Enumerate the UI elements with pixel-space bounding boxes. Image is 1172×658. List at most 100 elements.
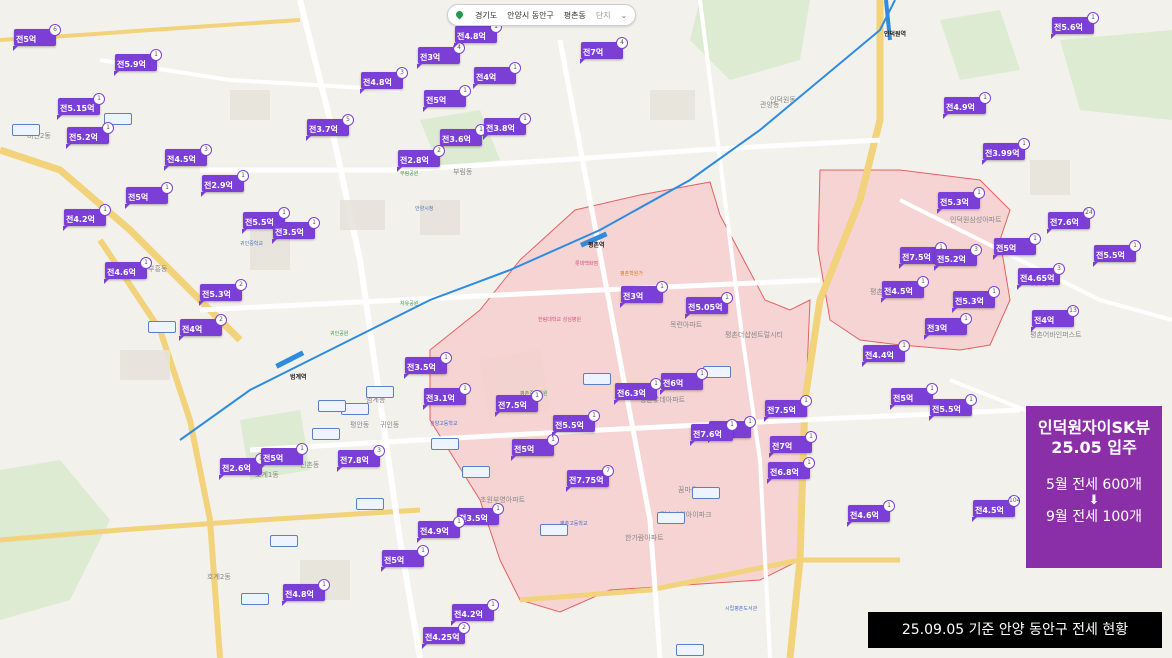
listing-price-card[interactable]: 전4.8억 1	[282, 579, 330, 606]
listing-price-card[interactable]: 전4억 1	[473, 62, 521, 89]
map-place-label: 귀인중학교	[240, 241, 264, 247]
listing-price-card[interactable]: 전7.6억 1	[690, 419, 738, 446]
listing-price-card[interactable]: 전4.2억 1	[63, 204, 111, 231]
map-place-label: 귀인동	[380, 421, 400, 429]
listing-price-card[interactable]: 전4.2억 1	[451, 599, 499, 626]
listing-price-card[interactable]: 전4.6억 1	[104, 257, 152, 284]
listing-price-card[interactable]: 전5.5억 1	[1093, 240, 1141, 267]
listing-price-card[interactable]: 전5.3억 1	[952, 286, 1000, 313]
listing-price-card[interactable]: 전5.15억 1	[57, 93, 105, 120]
listing-price-card[interactable]: 전4.9억 1	[417, 516, 465, 543]
listing-price-card[interactable]: 전3억 4	[417, 42, 465, 69]
listing-price-card[interactable]: 전7.5억 1	[495, 390, 543, 417]
listing-price-card[interactable]: 전5.9억 1	[114, 49, 162, 76]
breadcrumb[interactable]: 경기도 안양시 동안구 평촌동 단지 ⌄	[447, 4, 637, 26]
listing-price-card[interactable]: 전5억 1	[423, 85, 471, 112]
listing-price-card[interactable]: 전3.5억 1	[272, 217, 320, 244]
listing-price-card[interactable]: 전4억 13	[1031, 305, 1079, 332]
listing-price-card[interactable]: 전2.8억 2	[397, 145, 445, 172]
complex-marker[interactable]	[312, 428, 340, 440]
listing-price-card[interactable]: 전5.2억 1	[66, 122, 114, 149]
listing-price-card[interactable]: 전4.5억 104	[972, 495, 1020, 522]
listing-price-card[interactable]: 전7.5억 1	[764, 395, 812, 422]
map-place-label: 호계2동	[207, 573, 231, 581]
complex-marker[interactable]	[676, 644, 704, 656]
breadcrumb-dong[interactable]: 평촌동	[564, 10, 586, 21]
complex-marker[interactable]	[431, 438, 459, 450]
listing-price-card[interactable]: 전6억 1	[660, 368, 708, 395]
listing-count-badge: 1	[459, 85, 471, 97]
listing-price-card[interactable]: 전4.5억 3	[164, 144, 212, 171]
listing-price: 전5.6억	[1054, 23, 1083, 32]
complex-marker[interactable]	[366, 386, 394, 398]
listing-price-card[interactable]: 전4.8억 1	[454, 21, 502, 48]
listing-price: 전4억	[182, 325, 203, 334]
listing-price-card[interactable]: 전4.6억 1	[847, 500, 895, 527]
listing-price-card[interactable]: 전5.5억 1	[552, 410, 600, 437]
listing-price-card[interactable]: 전5억 1	[381, 545, 429, 572]
map-place-label: 평촌어바인퍼스트	[1030, 331, 1082, 339]
listing-price-card[interactable]: 전5.6억 1	[1051, 12, 1099, 39]
listing-price-card[interactable]: 전7.8억 3	[337, 445, 385, 472]
listing-price-card[interactable]: 전5.05억 1	[685, 292, 733, 319]
listing-price-card[interactable]: 전4.25억 2	[422, 622, 470, 649]
listing-price-card[interactable]: 전5억 1	[511, 434, 559, 461]
listing-price-card[interactable]: 전3억 1	[924, 313, 972, 340]
complex-marker[interactable]	[540, 524, 568, 536]
listing-price-card[interactable]: 전3.7억 5	[306, 114, 354, 141]
listing-price-card[interactable]: 전5억 1	[890, 383, 938, 410]
listing-price-card[interactable]: 전7억 4	[580, 37, 628, 64]
listing-price-card[interactable]: 전7.75억 7	[566, 465, 614, 492]
listing-price: 전4.65억	[1020, 274, 1055, 283]
map-place-label: 범계역	[290, 374, 307, 381]
listing-count-badge: 1	[102, 122, 114, 134]
listing-price-card[interactable]: 전6.8억 1	[767, 457, 815, 484]
listing-price-card[interactable]: 전3.6억 1	[439, 124, 487, 151]
map-canvas[interactable]: 평촌역 범계역 인덕원역 부림동 평안동 비산2동 호계2동 귀인동 평촌동 범계동 부흥동 호계1동…	[0, 0, 1172, 658]
listing-price-card[interactable]: 전5억 1	[125, 182, 173, 209]
complex-marker[interactable]	[583, 373, 611, 385]
complex-marker[interactable]	[356, 498, 384, 510]
complex-marker[interactable]	[657, 512, 685, 524]
complex-marker[interactable]	[692, 487, 720, 499]
map-place-label: 초원부영아파트	[480, 496, 526, 504]
listing-price-card[interactable]: 전3.5억 1	[404, 352, 452, 379]
listing-card-footer	[338, 466, 380, 467]
chevron-down-icon[interactable]: ⌄	[621, 11, 628, 20]
complex-marker[interactable]	[148, 321, 176, 333]
breadcrumb-district[interactable]: 안양시 동안구	[507, 10, 554, 21]
highlight-sep-listings: 9월 전세 100개	[1045, 509, 1143, 525]
complex-marker[interactable]	[241, 593, 269, 605]
complex-marker[interactable]	[12, 124, 40, 136]
listing-price-card[interactable]: 전7억 1	[769, 431, 817, 458]
complex-marker[interactable]	[462, 466, 490, 478]
listing-price-card[interactable]: 전4.5억 1	[881, 276, 929, 303]
listing-price-card[interactable]: 전5.3억 2	[199, 279, 247, 306]
listing-price-card[interactable]: 전6.3억 1	[614, 378, 662, 405]
listing-price-card[interactable]: 전4억 2	[179, 314, 227, 341]
card-pointer	[1047, 229, 1052, 234]
listing-price-card[interactable]: 전5억 1	[993, 233, 1041, 260]
breadcrumb-extra[interactable]: 단지	[596, 10, 611, 21]
listing-price-card[interactable]: 전5.5억 1	[929, 394, 977, 421]
listing-price-card[interactable]: 전4.65억 3	[1017, 263, 1065, 290]
listing-price-card[interactable]: 전5억 1	[260, 443, 308, 470]
listing-price-card[interactable]: 전5.2억 3	[934, 244, 982, 271]
listing-price-card[interactable]: 전3.1억 1	[423, 383, 471, 410]
complex-marker[interactable]	[270, 535, 298, 547]
listing-price-card[interactable]: 전7.6억 24	[1047, 207, 1095, 234]
listing-price-card[interactable]: 전3.99억 1	[982, 138, 1030, 165]
listing-price-card[interactable]: 전5.3억 1	[937, 187, 985, 214]
listing-price-card[interactable]: 전3억 1	[620, 281, 668, 308]
listing-price-card[interactable]: 전5억 6	[13, 24, 61, 51]
breadcrumb-region[interactable]: 경기도	[475, 10, 497, 21]
listing-count-badge: 1	[93, 93, 105, 105]
complex-marker[interactable]	[318, 400, 346, 412]
listing-price-card[interactable]: 전4.9억 1	[943, 92, 991, 119]
listing-price-card[interactable]: 전3.8억 1	[483, 113, 531, 140]
listing-price-card[interactable]: 전2.9억 1	[201, 170, 249, 197]
listing-price-card[interactable]: 전2.6억1	[219, 453, 267, 480]
listing-price-card[interactable]: 전4.4억 1	[862, 340, 910, 367]
listing-price-card[interactable]: 전4.8억 3	[360, 67, 408, 94]
listing-price: 전4.4억	[865, 351, 894, 360]
